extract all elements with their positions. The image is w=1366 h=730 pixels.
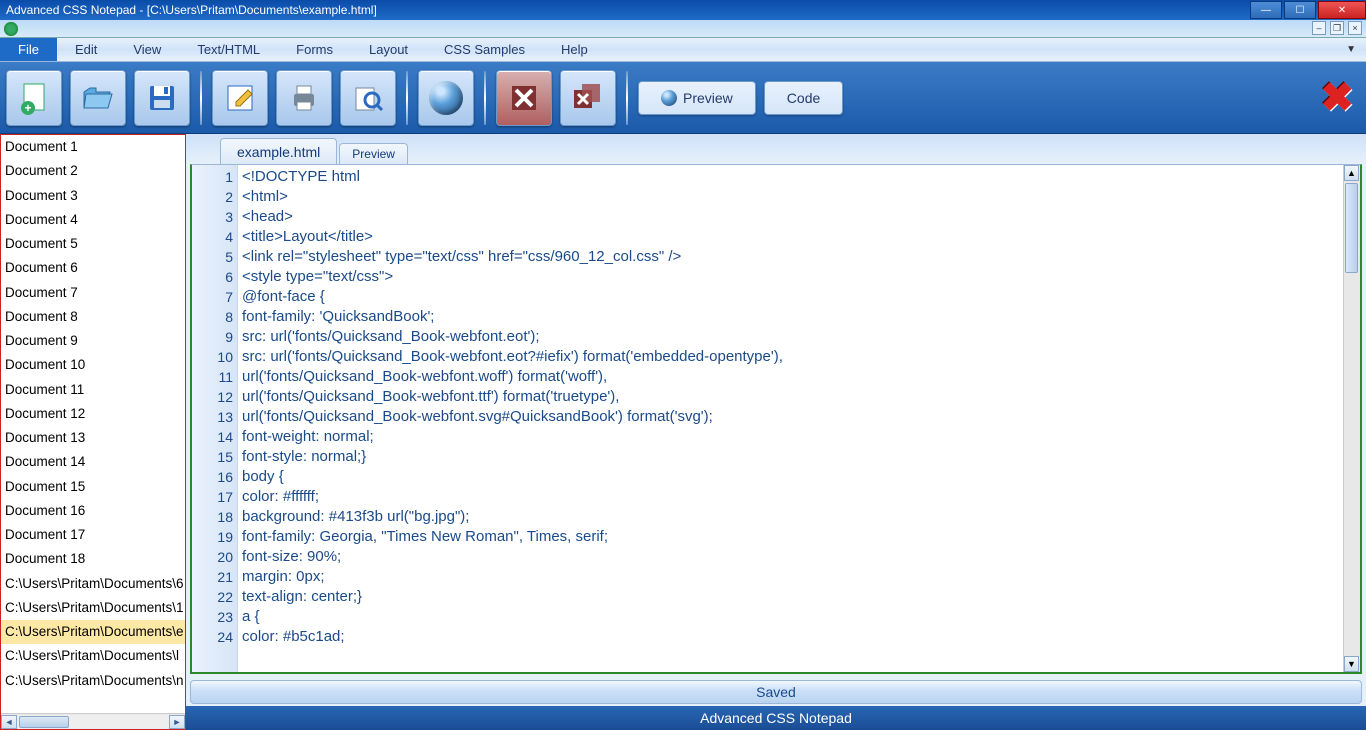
code-label: Code — [787, 90, 820, 106]
scroll-right-arrow[interactable]: ► — [169, 715, 185, 729]
preview-button[interactable]: Preview — [638, 81, 756, 115]
menu-view[interactable]: View — [115, 38, 179, 61]
remove-tag-button[interactable] — [496, 70, 552, 126]
code-content[interactable]: <!DOCTYPE html<html><head><title>Layout<… — [238, 165, 1343, 672]
menu-bar: FileEditViewText/HTMLFormsLayoutCSS Samp… — [0, 38, 1366, 62]
menu-forms[interactable]: Forms — [278, 38, 351, 61]
document-list-item[interactable]: Document 2 — [1, 159, 185, 183]
mdi-minimize-button[interactable]: – — [1312, 21, 1326, 35]
globe-small-icon — [661, 90, 677, 106]
scroll-down-arrow[interactable]: ▼ — [1344, 656, 1359, 672]
close-button[interactable]: ✕ — [1318, 1, 1366, 19]
window-title: Advanced CSS Notepad - [C:\Users\Pritam\… — [6, 3, 377, 17]
globe-icon — [429, 81, 463, 115]
document-list-item[interactable]: Document 18 — [1, 547, 185, 571]
footer-text: Advanced CSS Notepad — [700, 710, 852, 726]
document-list-item[interactable]: Document 11 — [1, 378, 185, 402]
document-list-item[interactable]: Document 13 — [1, 426, 185, 450]
document-list-item[interactable]: C:\Users\Pritam\Documents\l — [1, 644, 185, 668]
sidebar-h-scrollbar[interactable]: ◄ ► — [1, 713, 185, 729]
document-list-item[interactable]: Document 16 — [1, 499, 185, 523]
minimize-button[interactable]: — — [1250, 1, 1282, 19]
maximize-button[interactable]: ☐ — [1284, 1, 1316, 19]
line-gutter: 123456789101112131415161718192021222324 — [192, 165, 238, 672]
remove-tags-button[interactable] — [560, 70, 616, 126]
toolbar-divider-4 — [626, 71, 628, 125]
document-list-item[interactable]: Document 10 — [1, 353, 185, 377]
toolbar: + Pre — [0, 62, 1366, 134]
print-button[interactable] — [276, 70, 332, 126]
preview-tab[interactable]: Preview — [339, 143, 408, 164]
toolbar-divider-3 — [484, 71, 486, 125]
code-button[interactable]: Code — [764, 81, 843, 115]
document-list-item[interactable]: Document 8 — [1, 305, 185, 329]
browser-button[interactable] — [418, 70, 474, 126]
menu-texthtml[interactable]: Text/HTML — [179, 38, 278, 61]
file-tab[interactable]: example.html — [220, 138, 337, 164]
menu-dropdown-icon[interactable]: ▼ — [1346, 44, 1356, 55]
toolbar-divider-2 — [406, 71, 408, 125]
document-list-item[interactable]: Document 1 — [1, 135, 185, 159]
document-list[interactable]: Document 1Document 2Document 3Document 4… — [1, 135, 185, 713]
code-editor[interactable]: 123456789101112131415161718192021222324 … — [190, 164, 1362, 674]
menu-help[interactable]: Help — [543, 38, 606, 61]
document-list-item[interactable]: C:\Users\Pritam\Documents\1 — [1, 596, 185, 620]
document-list-item[interactable]: Document 5 — [1, 232, 185, 256]
window-titlebar: Advanced CSS Notepad - [C:\Users\Pritam\… — [0, 0, 1366, 20]
svg-text:+: + — [24, 101, 31, 115]
footer-bar: Advanced CSS Notepad — [186, 706, 1366, 730]
document-list-item[interactable]: Document 6 — [1, 256, 185, 280]
app-icon — [4, 22, 18, 36]
document-list-item[interactable]: Document 14 — [1, 450, 185, 474]
document-sidebar: Document 1Document 2Document 3Document 4… — [0, 134, 186, 730]
menu-file[interactable]: File — [0, 38, 57, 61]
open-button[interactable] — [70, 70, 126, 126]
preview-label: Preview — [683, 90, 733, 106]
search-button[interactable] — [340, 70, 396, 126]
ribbon-header: – ❐ × — [0, 20, 1366, 38]
document-list-item[interactable]: Document 17 — [1, 523, 185, 547]
scroll-left-arrow[interactable]: ◄ — [1, 715, 17, 729]
close-document-button[interactable]: ✖ — [1320, 75, 1354, 121]
document-list-item[interactable]: C:\Users\Pritam\Documents\n — [1, 669, 185, 693]
toolbar-divider — [200, 71, 202, 125]
new-document-button[interactable]: + — [6, 70, 62, 126]
document-list-item[interactable]: C:\Users\Pritam\Documents\e — [1, 620, 185, 644]
save-button[interactable] — [134, 70, 190, 126]
status-bar: Saved — [190, 680, 1362, 704]
edit-button[interactable] — [212, 70, 268, 126]
document-list-item[interactable]: Document 9 — [1, 329, 185, 353]
scroll-thumb[interactable] — [19, 716, 69, 728]
status-text: Saved — [756, 684, 796, 700]
menu-csssamples[interactable]: CSS Samples — [426, 38, 543, 61]
document-list-item[interactable]: Document 7 — [1, 281, 185, 305]
document-list-item[interactable]: Document 3 — [1, 184, 185, 208]
mdi-close-button[interactable]: × — [1348, 21, 1362, 35]
v-scroll-thumb[interactable] — [1345, 183, 1358, 273]
document-list-item[interactable]: Document 15 — [1, 475, 185, 499]
menu-edit[interactable]: Edit — [57, 38, 115, 61]
mdi-restore-button[interactable]: ❐ — [1330, 21, 1344, 35]
scroll-up-arrow[interactable]: ▲ — [1344, 165, 1359, 181]
document-list-item[interactable]: Document 12 — [1, 402, 185, 426]
editor-v-scrollbar[interactable]: ▲ ▼ — [1343, 165, 1360, 672]
document-list-item[interactable]: Document 4 — [1, 208, 185, 232]
document-list-item[interactable]: C:\Users\Pritam\Documents\6 — [1, 572, 185, 596]
menu-layout[interactable]: Layout — [351, 38, 426, 61]
window-controls: — ☐ ✕ — [1248, 1, 1366, 19]
editor-tabbar: example.html Preview — [186, 134, 1366, 164]
